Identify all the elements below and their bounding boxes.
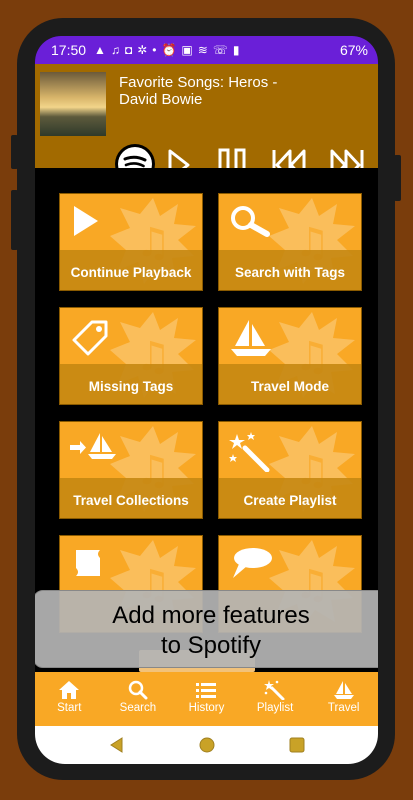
nav-label: Playlist [256,702,294,714]
nav-label: Start [57,702,82,714]
status-time: 17:50 [51,42,87,58]
tile-label: Search with Tags [234,265,346,280]
toast-message: Add more features to Spotify [35,590,378,668]
speech-bubble-icon [233,548,272,578]
nav-history[interactable]: History [172,672,241,726]
nav-playlist[interactable]: Playlist [241,672,310,726]
toast-line-1: Add more features [112,602,310,629]
home-button-icon[interactable] [198,736,216,754]
now-playing-bar: Favorite Songs: Heros - David Bowie [35,64,378,184]
phone-side-button [11,135,18,169]
tile-label: Create Playlist [243,493,337,508]
bell-icon: ♫ [110,43,120,57]
scroll-icon [76,550,100,576]
toast-line-2: to Spotify [160,632,262,659]
status-icons: ▲ ♫ ◘ ✲ • ⏰ ▣ ≋ ☏ ▮ [94,43,340,57]
search-icon [231,206,270,237]
song-artist-line: David Bowie [119,91,203,108]
signal-icon: ▮ [232,43,240,57]
nav-label: History [188,702,225,714]
back-icon[interactable] [108,736,126,754]
tag-icon [72,320,108,356]
play-icon [74,206,98,236]
home-icon [59,681,80,699]
status-bar: 17:50 ▲ ♫ ◘ ✲ • ⏰ ▣ ≋ ☏ ▮ 67% [35,36,378,64]
notification-icon: ▲ [94,43,106,57]
dot-icon: • [152,43,157,57]
sailboat-icon [333,681,354,699]
tile-continue-playback[interactable]: ♫ Continue Playback [59,193,203,291]
magic-wand-icon [229,432,270,472]
tile-search-with-tags[interactable]: ♫ Search with Tags [218,193,362,291]
nav-label: Travel [327,702,360,714]
tile-create-playlist[interactable]: ♫ Create Playlist [218,421,362,519]
magic-wand-icon [264,680,285,700]
tile-missing-tags[interactable]: ♫ Missing Tags [59,307,203,405]
battery-percentage: 67% [339,42,368,58]
song-title: Favorite Songs: Heros - David Bowie [119,74,369,108]
tile-label: Continue Playback [70,265,192,280]
call-icon: ☏ [212,43,228,57]
nav-search[interactable]: Search [104,672,173,726]
system-navigation-bar [35,726,378,764]
list-icon [196,683,217,698]
song-title-line: Favorite Songs: Heros - [119,74,278,91]
nav-start[interactable]: Start [35,672,104,726]
search-icon [128,680,148,700]
alarm-icon: ⏰ [161,43,177,57]
tile-travel-mode[interactable]: ♫ Travel Mode [218,307,362,405]
tile-label: Travel Mode [250,379,330,394]
wifi-icon: ≋ [197,43,208,57]
app-icon: ◘ [124,43,133,57]
settings-icon: ✲ [137,43,148,57]
nfc-icon: ▣ [181,43,193,57]
sailboat-icon [231,320,271,356]
arrow-sailboat-icon [70,433,116,459]
album-art[interactable] [40,72,106,136]
tile-travel-collections[interactable]: ♫ Travel Collections [59,421,203,519]
phone-side-button [394,155,401,201]
recents-icon[interactable] [288,736,306,754]
nav-travel[interactable]: Travel [309,672,378,726]
tile-label: Travel Collections [73,493,189,508]
app-screen: 17:50 ▲ ♫ ◘ ✲ • ⏰ ▣ ≋ ☏ ▮ 67% Favorite S… [35,36,378,764]
tile-label: Missing Tags [88,379,174,394]
nav-label: Search [119,702,157,714]
bottom-navigation: Start Search History Playlist Travel [35,672,378,726]
phone-side-button [11,190,18,250]
